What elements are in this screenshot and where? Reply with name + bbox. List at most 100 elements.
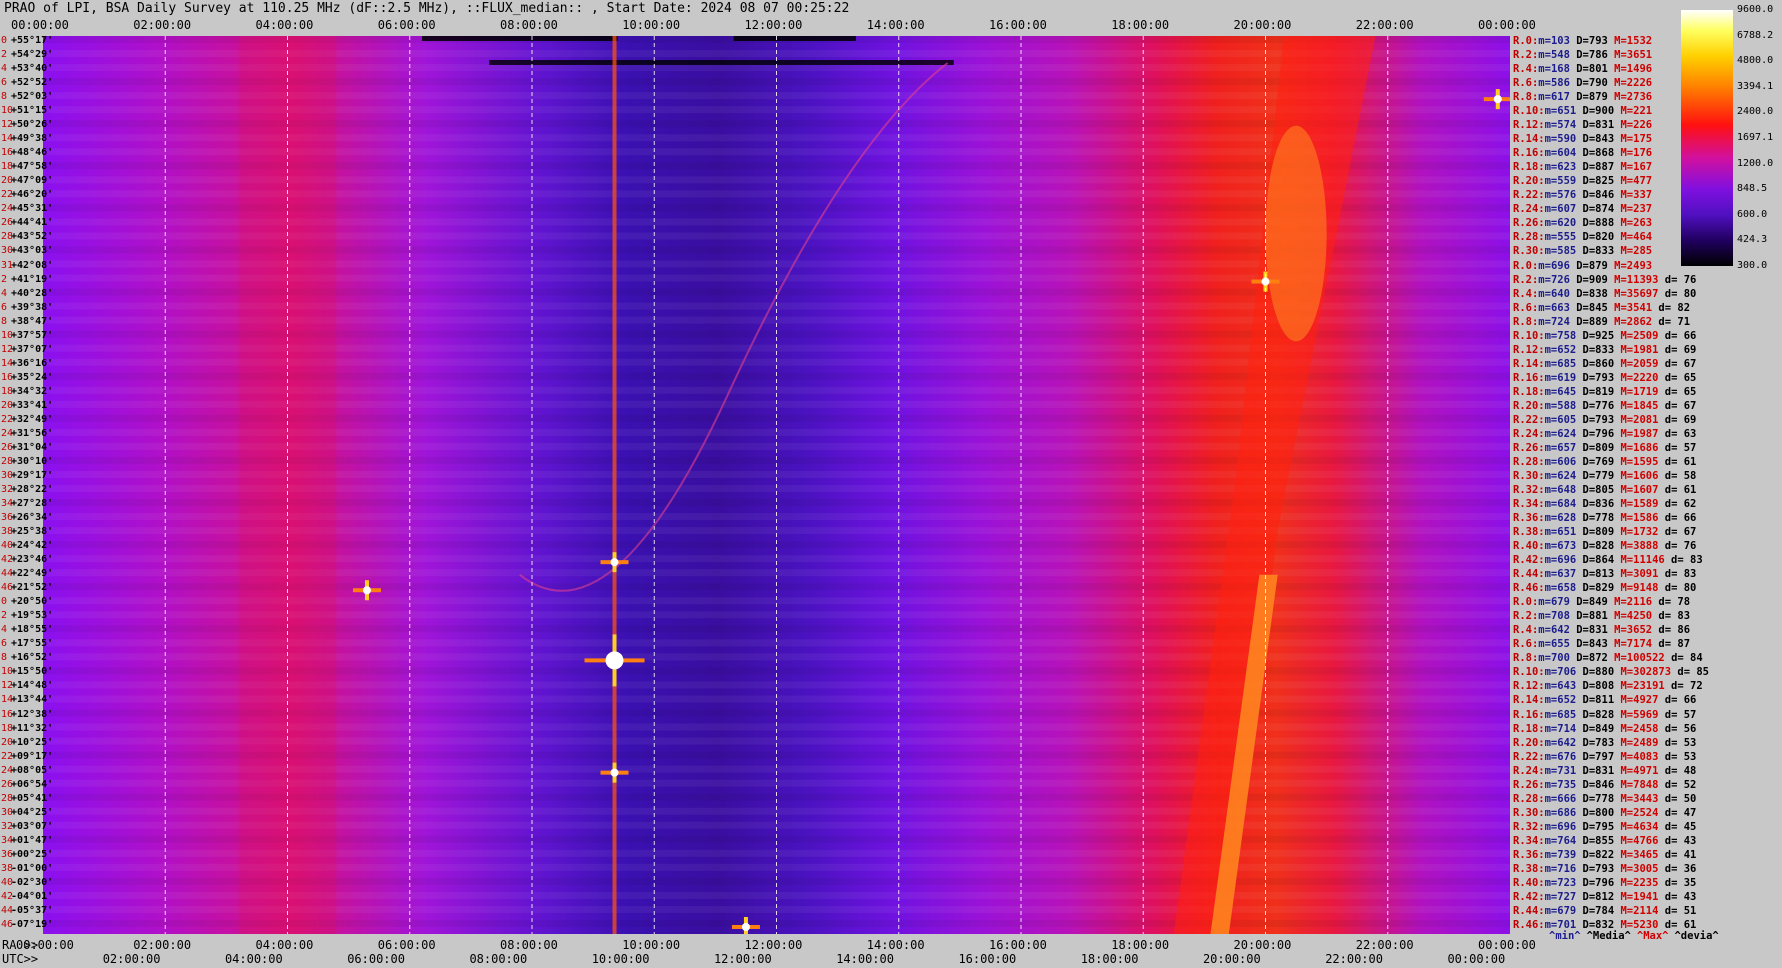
row-stat: R.26:m=657 D=809 M=1686 d= 57: [1513, 441, 1697, 454]
row-stat: R.28:m=555 D=820 M=464: [1513, 231, 1653, 244]
colorbar-tick-label: 3394.1: [1737, 80, 1774, 92]
legend-max: ^Max^: [1636, 930, 1669, 942]
top-axis-tick-label: 20:00:00: [1233, 18, 1292, 32]
row-stat: R.8:m=724 D=889 M=2862 d= 71: [1513, 315, 1691, 328]
row-stat: R.38:m=716 D=793 M=3005 d= 36: [1513, 862, 1697, 875]
row-stat: R.30:m=686 D=800 M=2524 d= 47: [1513, 806, 1697, 819]
cygnus-region: [1265, 125, 1327, 342]
declination-label: 22+09°17': [1, 750, 54, 762]
row-stat: R.14:m=652 D=811 M=4927 d= 66: [1513, 694, 1697, 707]
declination-label: 26+06°54': [1, 778, 54, 790]
ra-axis-tick-label: 16:00:00: [989, 938, 1047, 952]
utc-axis-tick-label: 10:00:00: [591, 952, 650, 966]
declination-label: 22+32°49': [1, 413, 54, 425]
row-stat: R.28:m=606 D=769 M=1595 d= 61: [1513, 455, 1697, 468]
row-stat: R.40:m=723 D=796 M=2235 d= 35: [1513, 876, 1697, 889]
top-axis-tick-label: 12:00:00: [744, 18, 803, 32]
colorbar-tick-label: 6788.2: [1737, 29, 1774, 41]
declination-label: 24+45°31': [1, 203, 54, 215]
declination-label: 26+44°41': [1, 217, 54, 229]
legend-min: ^min^: [1549, 930, 1581, 942]
colorbar-tick-label: 4800.0: [1737, 55, 1774, 67]
declination-label: 24+08°05': [1, 764, 54, 776]
row-stat: R.44:m=637 D=813 M=3091 d= 83: [1513, 568, 1697, 581]
heatmap-plot: [43, 36, 1510, 934]
top-axis-tick-label: 08:00:00: [500, 18, 558, 32]
declination-label: 22+46°20': [1, 189, 54, 201]
declination-label: 38+25°38': [1, 526, 54, 538]
bright-column: [612, 36, 617, 934]
ra-axis-tick-label: 18:00:00: [1111, 938, 1170, 952]
chart-title: PRAO of LPI, BSA Daily Survey at 110.25 …: [4, 1, 850, 16]
row-stat: R.20:m=559 D=825 M=477: [1513, 175, 1653, 188]
row-stat: R.26:m=735 D=846 M=7848 d= 52: [1513, 778, 1697, 791]
top-axis-tick-label: 06:00:00: [377, 18, 436, 32]
declination-label: 30+04°25': [1, 806, 54, 818]
row-stat: R.16:m=604 D=868 M=176: [1513, 147, 1653, 160]
row-stat: R.34:m=764 D=855 M=4766 d= 43: [1513, 834, 1697, 847]
ra-axis-tick-label: 00:00:00: [16, 938, 74, 952]
ra-axis-tick-label: 20:00:00: [1233, 938, 1292, 952]
ra-axis-tick-label: 12:00:00: [744, 938, 803, 952]
ra-axis-tick-label: 06:00:00: [377, 938, 436, 952]
row-stat: R.46:m=658 D=829 M=9148 d= 80: [1513, 582, 1697, 595]
utc-axis-tick-label: 12:00:00: [713, 952, 772, 966]
top-axis-tick-label: 00:00:00: [1478, 18, 1536, 32]
declination-label: 31+42°08': [1, 259, 54, 271]
colorbar-tick-label: 1200.0: [1737, 157, 1774, 169]
colorbar-tick-label: 1697.1: [1737, 132, 1774, 143]
ra-axis-tick-label: 08:00:00: [500, 938, 558, 952]
utc-axis-tick-label: 04:00:00: [224, 952, 283, 966]
bright-source: [362, 586, 371, 595]
utc-axis-prefix: UTC>>: [2, 952, 39, 966]
row-stat: R.12:m=574 D=831 M=226: [1513, 119, 1653, 132]
declination-label: 16+35°24': [1, 371, 54, 383]
row-stat: R.8:m=617 D=879 M=2736: [1513, 91, 1653, 104]
row-stat: R.0:m=103 D=793 M=1532: [1513, 35, 1653, 47]
row-stat: R.4:m=168 D=801 M=1496: [1513, 63, 1653, 76]
utc-axis-tick-label: 20:00:00: [1202, 952, 1261, 966]
declination-label: 18+47°58': [1, 161, 54, 173]
dark-strip: [733, 36, 856, 41]
declination-label: 2 +41°19': [1, 273, 54, 285]
top-axis-tick-label: 02:00:00: [133, 18, 192, 32]
row-stat: R.36:m=739 D=822 M=3465 d= 41: [1513, 848, 1697, 861]
declination-label: 26+31°04': [1, 441, 54, 453]
utc-axis-tick-label: 00:00:00: [1447, 952, 1506, 966]
ra-axis-tick-label: 10:00:00: [622, 938, 681, 952]
heatmap-overlay: [43, 36, 1510, 934]
declination-label: 4 +40°28': [1, 287, 54, 299]
declination-label: 40-02°30': [1, 876, 54, 888]
declination-label: 0 +55°17': [1, 35, 54, 46]
row-stat: R.38:m=651 D=809 M=1732 d= 67: [1513, 526, 1697, 539]
row-stat: R.16:m=619 D=793 M=2220 d= 65: [1513, 371, 1697, 384]
row-stat: R.34:m=684 D=836 M=1589 d= 62: [1513, 498, 1697, 511]
colorbar-tick-label: 9600.0: [1737, 4, 1774, 15]
declination-label: 14+49°38': [1, 133, 54, 145]
colorbar-tick-label: 300.0: [1737, 260, 1768, 271]
colorbar: [1681, 10, 1733, 266]
row-stat: R.18:m=623 D=887 M=167: [1513, 161, 1653, 174]
row-stat: R.6:m=586 D=790 M=2226: [1513, 77, 1653, 90]
row-stat: R.22:m=676 D=797 M=4083 d= 53: [1513, 750, 1697, 763]
declination-label: 8 +38°47': [1, 315, 54, 327]
row-stat: R.36:m=628 D=778 M=1586 d= 66: [1513, 512, 1697, 525]
declination-label: 30+43°03': [1, 245, 54, 257]
bright-source: [1493, 95, 1502, 104]
row-stat: R.42:m=727 D=812 M=1941 d= 43: [1513, 890, 1697, 903]
declination-label: 46+21°52': [1, 582, 54, 594]
bright-source: [605, 651, 624, 670]
declination-label: 34+01°47': [1, 834, 54, 846]
declination-label: 6 +39°38': [1, 301, 54, 313]
row-stat: R.8:m=700 D=872 M=100522 d= 84: [1513, 652, 1703, 665]
row-stat: R.18:m=714 D=849 M=2458 d= 56: [1513, 722, 1697, 735]
declination-label: 6 +52°52': [1, 77, 54, 89]
ra-axis-tick-label: 00:00:00: [1478, 938, 1536, 952]
utc-axis-tick-label: 08:00:00: [469, 952, 528, 966]
declination-label: 12+37°07': [1, 343, 54, 355]
row-stat: R.16:m=685 D=828 M=5969 d= 57: [1513, 708, 1697, 721]
utc-axis-tick-label: 02:00:00: [102, 952, 161, 966]
row-stat: R.12:m=643 D=808 M=23191 d= 72: [1513, 680, 1703, 693]
declination-label: 18+34°32': [1, 385, 54, 397]
row-stat: R.24:m=607 D=874 M=237: [1513, 203, 1653, 216]
